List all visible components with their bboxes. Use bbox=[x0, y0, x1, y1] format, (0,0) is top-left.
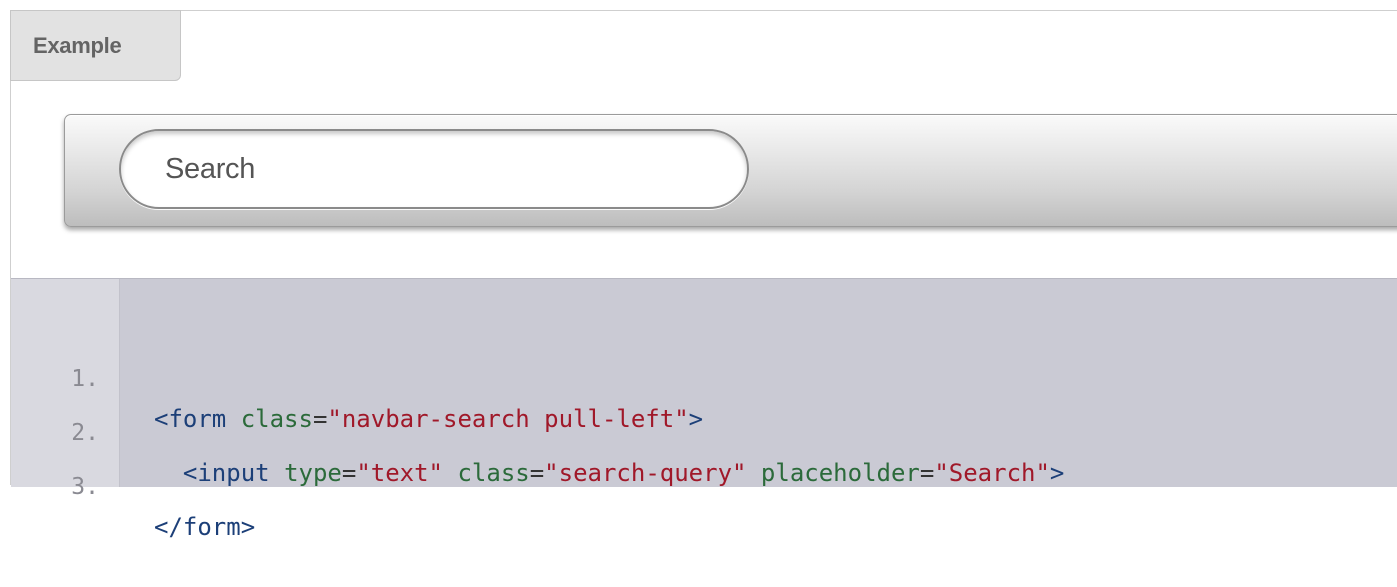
navbar bbox=[64, 114, 1397, 227]
code-line: 2. <input type="text" class="search-quer… bbox=[11, 373, 1397, 487]
example-panel: Example 1. <form class="navbar-search pu… bbox=[10, 10, 1397, 541]
code-line: 3. </form> bbox=[11, 427, 1397, 541]
line-number: 3. bbox=[71, 474, 99, 500]
example-preview bbox=[11, 81, 1397, 277]
code-block: 1. <form class="navbar-search pull-left"… bbox=[11, 278, 1397, 541]
code-text: </form> bbox=[154, 507, 255, 547]
code-line: 1. <form class="navbar-search pull-left"… bbox=[11, 319, 1397, 433]
code-token-tag: </form> bbox=[154, 513, 256, 541]
search-input[interactable] bbox=[119, 129, 749, 209]
example-tab-label: Example bbox=[10, 10, 181, 81]
